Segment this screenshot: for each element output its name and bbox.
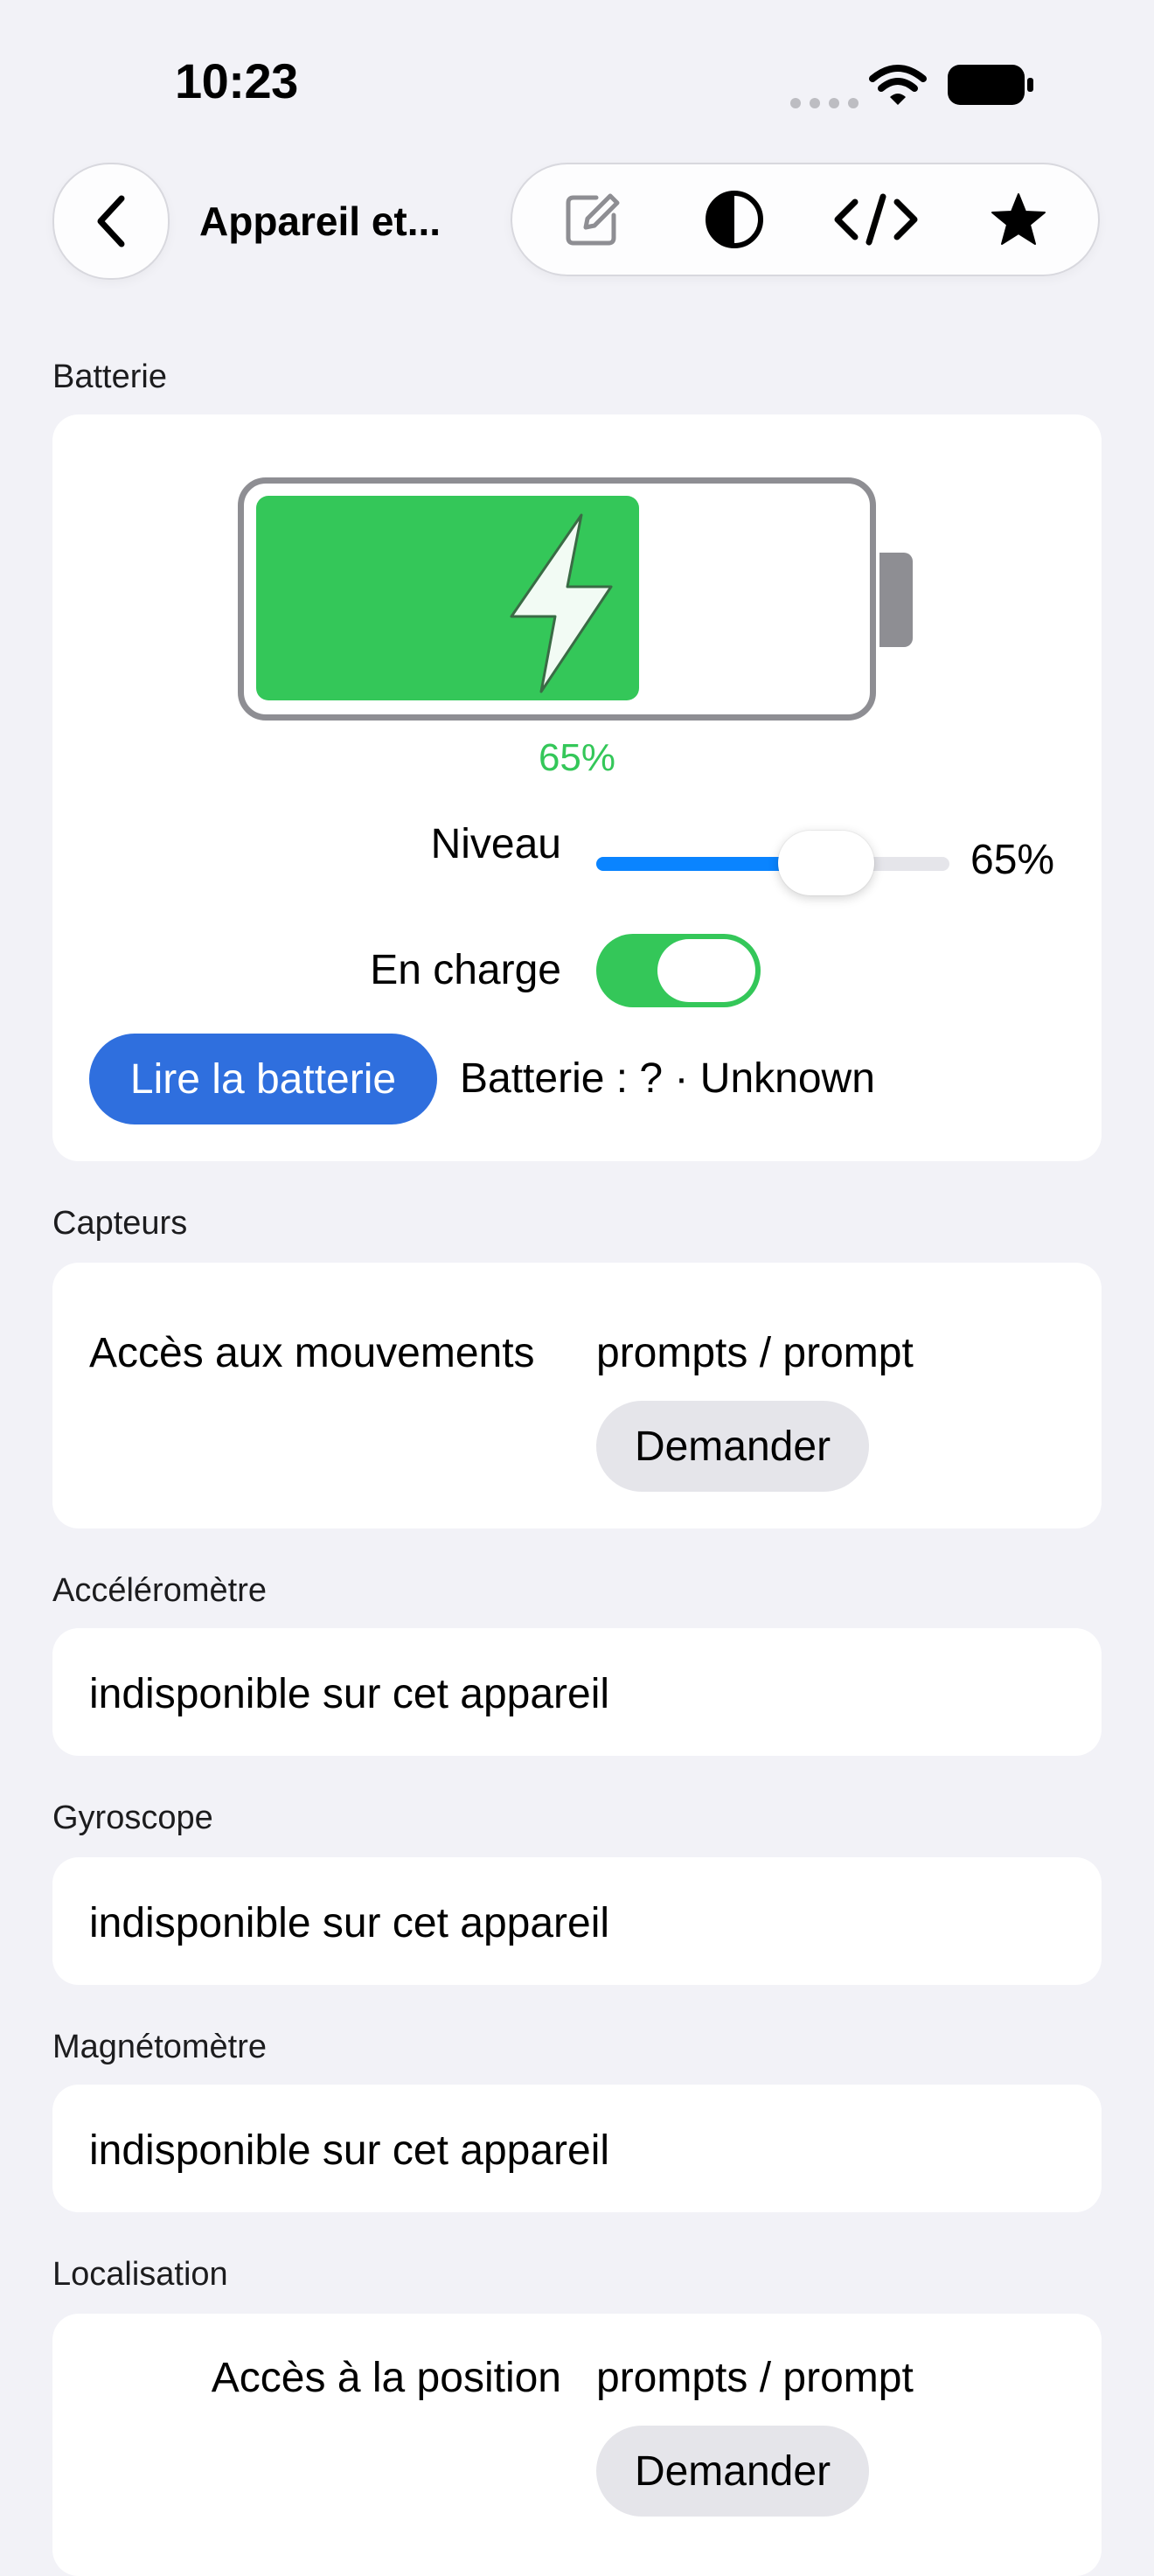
location-access-label: Accès à la position [211, 2355, 561, 2401]
motion-access-label: Accès aux mouvements [89, 1330, 535, 1376]
battery-cap [879, 553, 913, 647]
code-icon [834, 193, 918, 246]
toolbar [511, 163, 1100, 276]
accelerometer-value: indisponible sur cet appareil [89, 1671, 610, 1717]
status-time: 10:23 [175, 53, 298, 108]
chevron-left-icon [97, 195, 125, 247]
star-icon [991, 193, 1046, 245]
section-battery-header: Batterie [52, 359, 167, 395]
read-battery-button[interactable]: Lire la batterie [89, 1034, 437, 1124]
motion-access-value: prompts / prompt [596, 1330, 914, 1376]
back-button[interactable] [52, 163, 170, 280]
lightning-bolt-icon [510, 513, 613, 693]
level-label: Niveau [430, 821, 561, 867]
gyroscope-value: indisponible sur cet appareil [89, 1900, 610, 1946]
charging-toggle-knob [657, 939, 755, 1002]
battery-percent: 65% [538, 736, 616, 779]
motion-request-button[interactable]: Demander [596, 1401, 869, 1492]
section-magnetometer-header: Magnétomètre [52, 2029, 268, 2065]
level-slider-thumb[interactable] [778, 831, 874, 895]
code-button[interactable] [824, 171, 928, 268]
battery-graphic [238, 477, 876, 721]
signal-dots-icon [790, 98, 859, 108]
location-request-button[interactable]: Demander [596, 2426, 869, 2517]
section-accelerometer-header: Accéléromètre [52, 1572, 267, 1609]
favorite-button[interactable] [966, 171, 1071, 268]
level-slider[interactable] [596, 857, 949, 871]
wifi-icon [869, 65, 927, 105]
charging-label: En charge [370, 947, 561, 993]
section-gyroscope-header: Gyroscope [52, 1800, 213, 1836]
sensors-card [52, 1263, 1102, 1528]
battery-status-text: Batterie : ? · Unknown [460, 1055, 875, 1102]
edit-icon [566, 193, 620, 246]
location-access-value: prompts / prompt [596, 2355, 914, 2401]
status-battery-icon [948, 65, 1033, 105]
section-sensors-header: Capteurs [52, 1205, 188, 1242]
page-title: Appareil et... [199, 198, 441, 244]
contrast-button[interactable] [682, 171, 787, 268]
location-card [52, 2314, 1102, 2576]
contrast-icon [705, 191, 763, 248]
section-location-header: Localisation [52, 2256, 228, 2293]
magnetometer-value: indisponible sur cet appareil [89, 2127, 610, 2174]
level-value: 65% [970, 837, 1055, 883]
edit-button[interactable] [539, 171, 644, 268]
charging-toggle[interactable] [596, 934, 761, 1007]
